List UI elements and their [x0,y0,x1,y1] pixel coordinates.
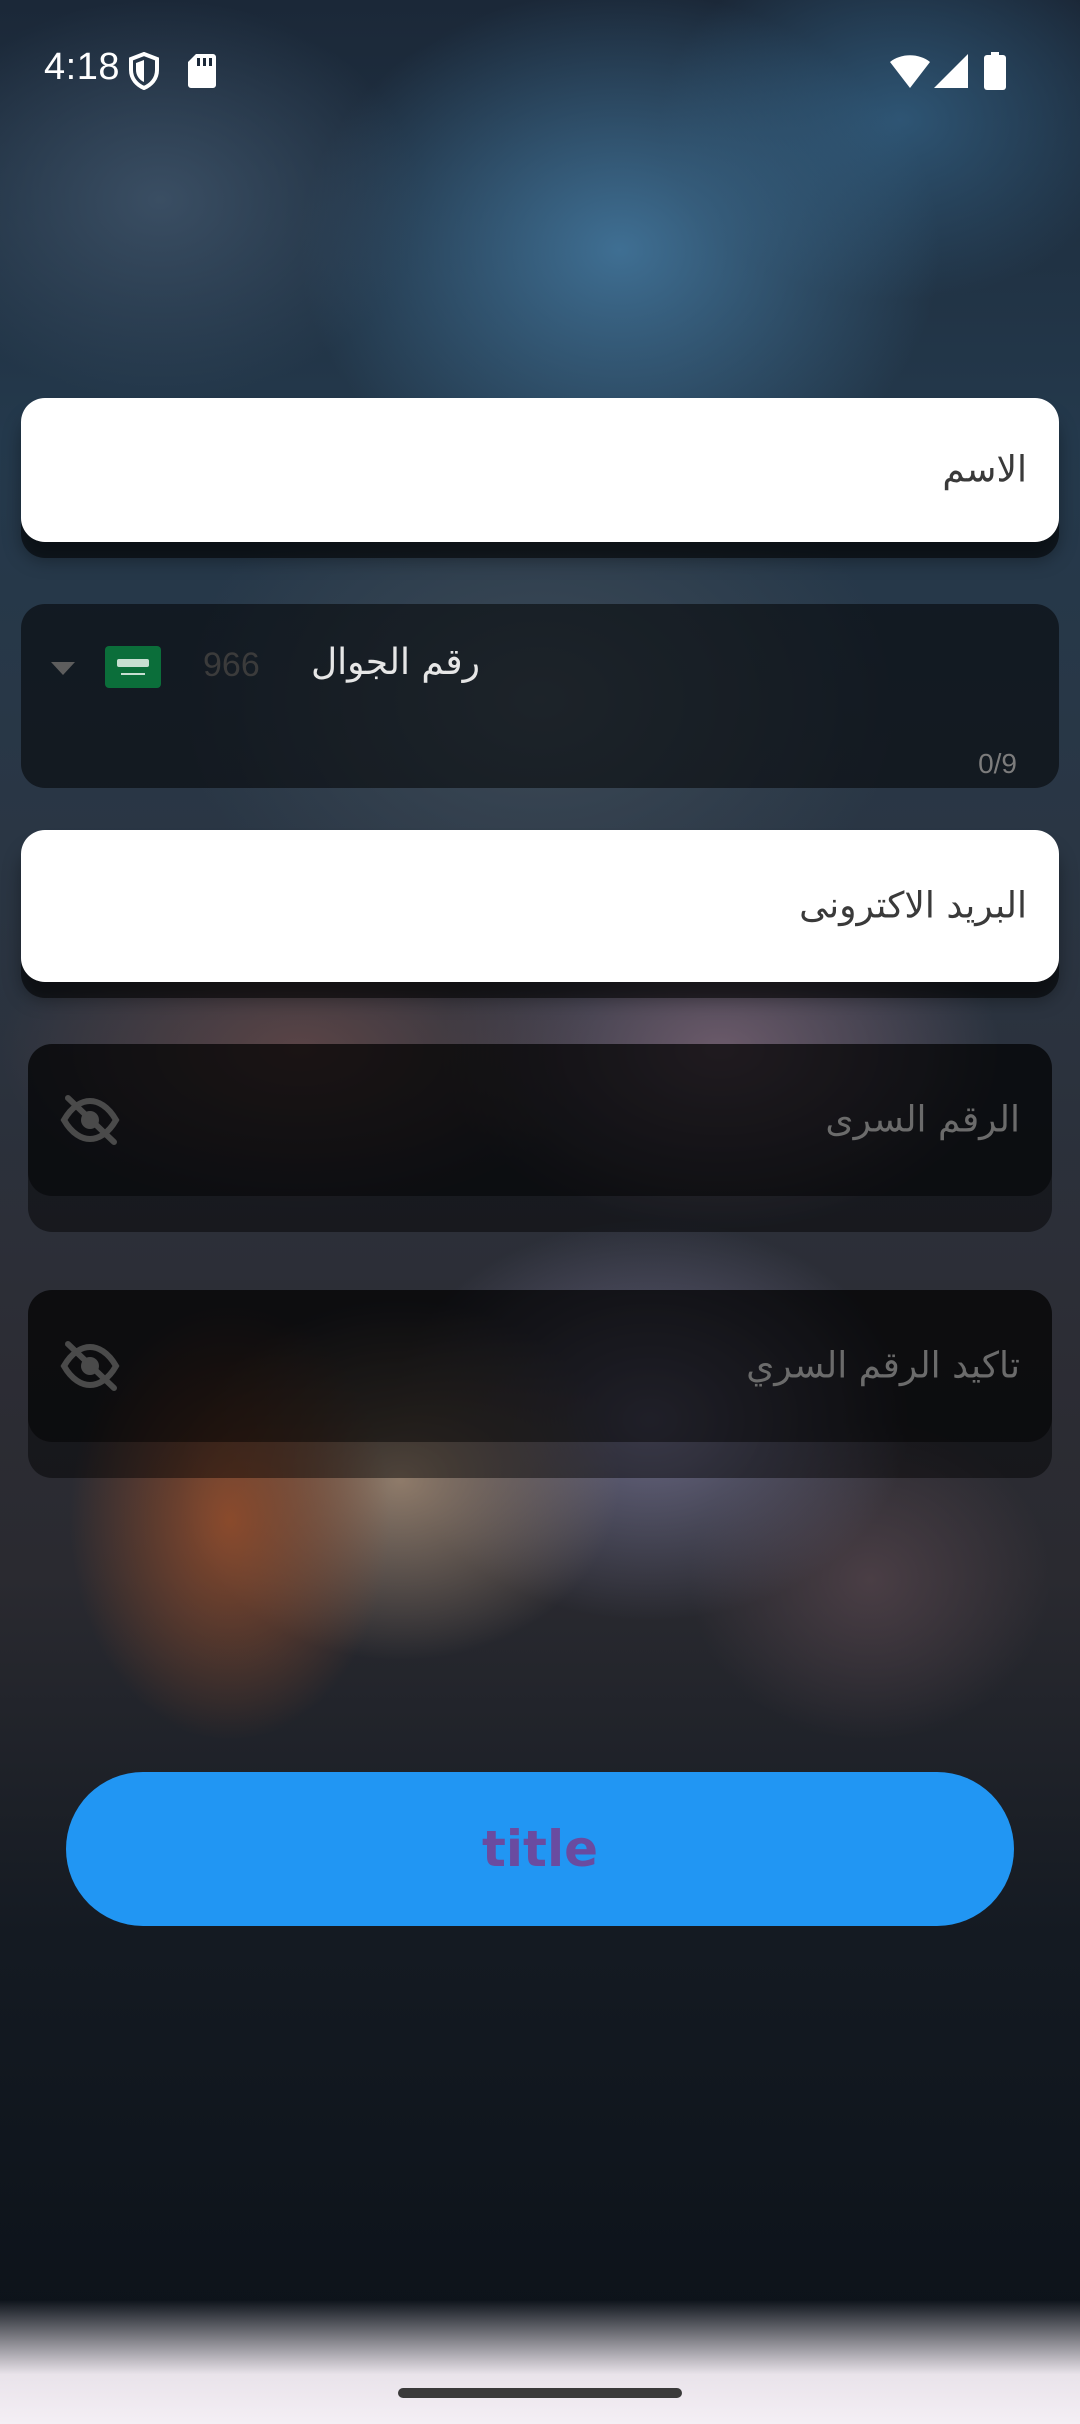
password-field-container: الرقم السرى [28,1044,1052,1232]
gesture-navigation-handle[interactable] [398,2388,682,2398]
submit-button-label: title [482,1820,598,1878]
email-field-placeholder: البريد الاكترونى [799,885,1027,927]
bottom-fade [0,2300,1080,2424]
phone-field[interactable]: 966 رقم الجوال 0/9 [21,604,1059,788]
saudi-arabia-flag-icon[interactable] [105,646,161,688]
sd-card-icon [188,54,216,88]
name-field-placeholder: الاسم [942,449,1027,491]
visibility-off-icon[interactable] [60,1338,120,1394]
phone-field-label: رقم الجوال [311,642,480,683]
dropdown-arrow-icon[interactable] [51,662,75,675]
confirm-password-field[interactable]: تاكيد الرقم السري [28,1290,1052,1442]
registration-screen: 4:18 الاسم 966 رقم الجوال 0/9 البريد الا… [0,0,1080,2424]
battery-icon [984,52,1006,90]
flag-emblem-icon [117,659,149,675]
status-bar: 4:18 [0,0,1080,140]
name-field[interactable]: الاسم [21,398,1059,542]
submit-button[interactable]: title [66,1772,1014,1926]
password-field[interactable]: الرقم السرى [28,1044,1052,1196]
status-time: 4:18 [44,46,120,88]
country-code: 966 [203,646,260,684]
cellular-signal-icon [934,54,968,88]
confirm-password-field-container: تاكيد الرقم السري [28,1290,1052,1478]
visibility-off-icon[interactable] [60,1092,120,1148]
phone-character-counter: 0/9 [978,748,1017,779]
confirm-password-field-placeholder: تاكيد الرقم السري [746,1345,1020,1387]
email-field[interactable]: البريد الاكترونى [21,830,1059,982]
shield-icon [129,52,159,90]
password-field-placeholder: الرقم السرى [825,1099,1020,1141]
wifi-icon [890,55,930,88]
